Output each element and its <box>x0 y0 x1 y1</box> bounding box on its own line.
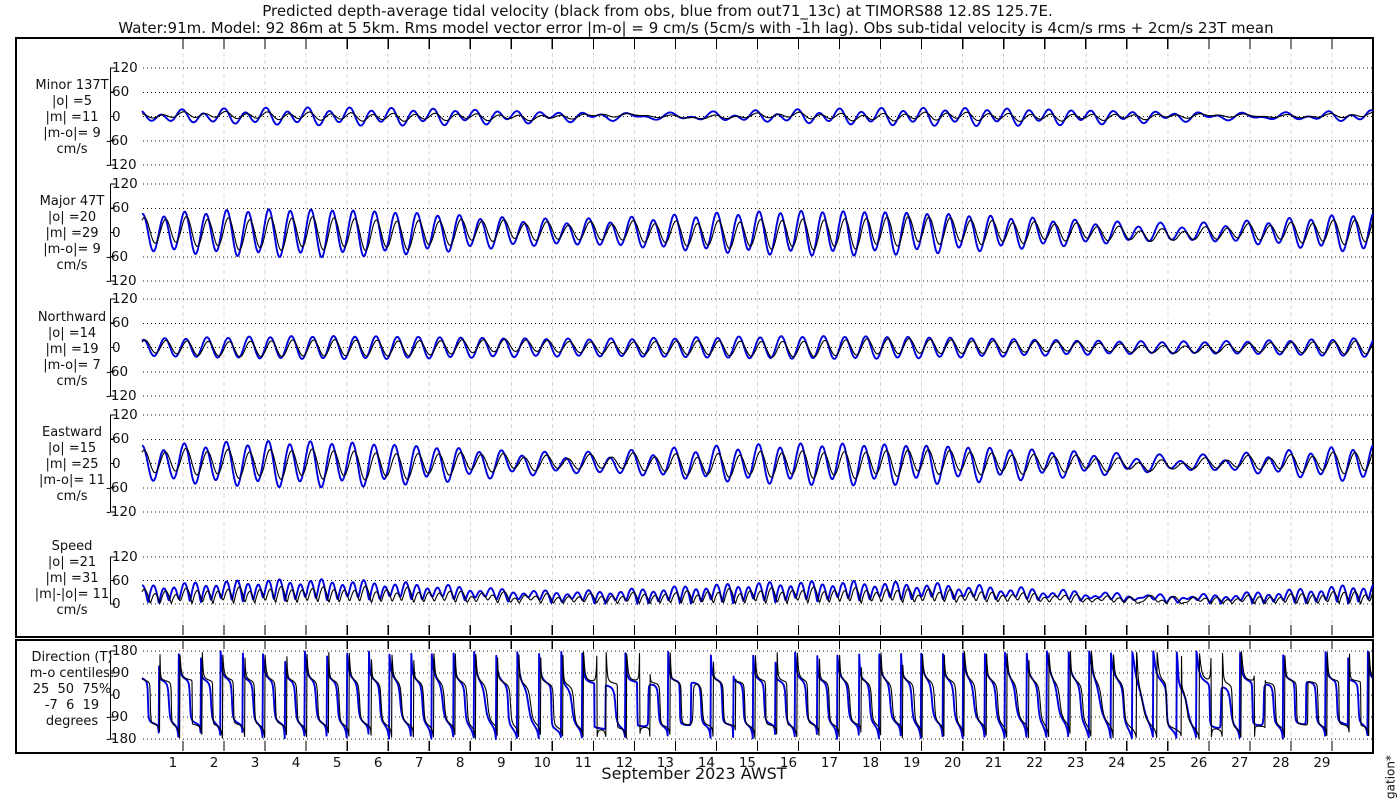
panel-minor-label: Minor 137T |o| =5 |m| =11 |m-o|= 9 cm/s <box>2 78 142 158</box>
panel-label-line: -7 6 19 <box>44 698 100 713</box>
panel-label-line: Major 47T <box>39 194 105 209</box>
panel-eastward-label: Eastward |o| =15 |m| =25 |m-o|= 11 cm/s <box>2 425 142 505</box>
panel-label-line: cm/s <box>56 603 88 618</box>
panel-label-line: |m| =25 <box>45 457 99 472</box>
panel-label-line: |m-o|= 11 <box>39 473 105 488</box>
panel-direction-label: Direction (T) m-o centiles: 25 50 75% -7 6 … <box>2 650 142 730</box>
panel-label-line: Direction (T) <box>31 650 113 665</box>
panel-label-line: |o| =15 <box>47 441 97 456</box>
panel-label-line: Eastward <box>41 425 103 440</box>
panel-label-line: |o| =14 <box>47 326 97 341</box>
panel-label-line: |m-o|= 7 <box>43 358 101 373</box>
panel-label-line: cm/s <box>56 374 88 389</box>
panel-label-line: |m-o|= 9 <box>43 242 101 257</box>
panel-label-line: |m| =29 <box>45 226 99 241</box>
panel-label-line: |m| =11 <box>45 110 99 125</box>
panel-label-line: Minor 137T <box>35 78 109 93</box>
panel-label-line: cm/s <box>56 258 88 273</box>
y-tick-label: 120 <box>112 176 138 192</box>
y-tick-label: -120 <box>106 273 137 289</box>
panel-label-line: cm/s <box>56 489 88 504</box>
panel-label-line: m-o centiles: <box>29 666 115 681</box>
y-tick-label: -120 <box>106 504 137 520</box>
imos-watermark: © IMOS 05-Sep-2023 01:19:55. *Not for na… <box>1384 755 1398 800</box>
y-tick-label: -180 <box>106 731 137 747</box>
panel-label-line: Speed <box>51 539 93 554</box>
panel-label-line: cm/s <box>56 142 88 157</box>
y-tick-label: -120 <box>106 157 137 173</box>
panel-label-line: |m-o|= 9 <box>43 126 101 141</box>
panel-northward-label: Northward |o| =14 |m| =19 |m-o|= 7 cm/s <box>2 310 142 390</box>
y-tick-label: 120 <box>112 407 138 423</box>
panel-major-label: Major 47T |o| =20 |m| =29 |m-o|= 9 cm/s <box>2 194 142 274</box>
panel-label-line: Northward <box>37 310 107 325</box>
y-tick-label: -120 <box>106 388 137 404</box>
panel-speed-label: Speed |o| =21 |m| =31 |m|-|o|= 11 cm/s <box>2 539 142 619</box>
y-tick-label: 120 <box>112 291 138 307</box>
xaxis-title: September 2023 AWST <box>601 764 787 783</box>
panel-label-line: |o| =21 <box>47 555 97 570</box>
tidal-velocity-figure: Predicted depth-average tidal velocity (… <box>0 0 1400 800</box>
panel-label-line: |m|-|o|= 11 <box>34 587 110 602</box>
panel-label-line: |m| =19 <box>45 342 99 357</box>
panel-label-line: |o| =20 <box>47 210 97 225</box>
panel-label-line: degrees <box>45 714 99 729</box>
panel-label-line: |m| =31 <box>45 571 99 586</box>
y-tick-label: 120 <box>112 60 138 76</box>
panel-label-line: |o| =5 <box>51 94 92 109</box>
plot-canvas <box>109 39 1374 751</box>
panel-label-line: 25 50 75% <box>32 682 112 697</box>
